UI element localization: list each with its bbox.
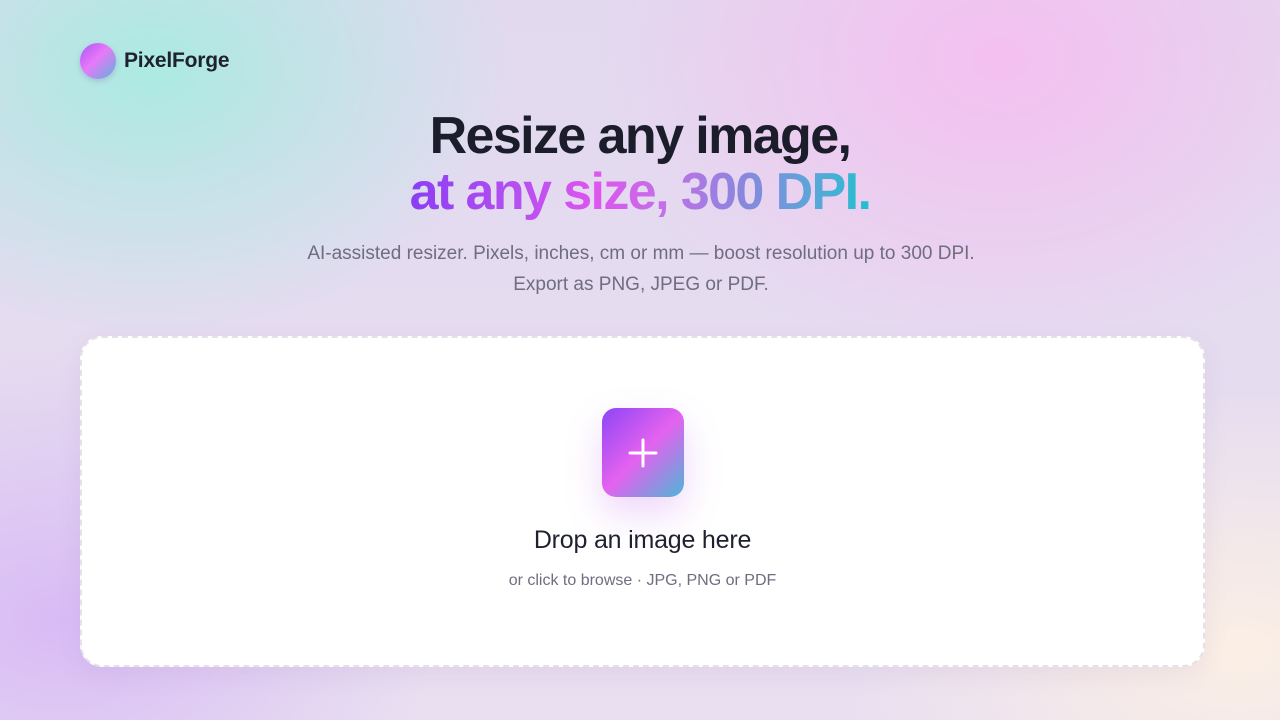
brand[interactable]: PixelForge <box>80 43 230 79</box>
brand-name: PixelForge <box>124 49 230 72</box>
plus-icon <box>628 438 658 467</box>
hero-title-line1: Resize any image, <box>429 107 852 165</box>
hero-subtitle: AI-assisted resizer. Pixels, inches, cm … <box>307 243 975 295</box>
dropzone-hint: or click to browse · JPG, PNG or PDF <box>508 572 777 589</box>
image-dropzone[interactable]: Drop an image here or click to browse · … <box>80 336 1205 667</box>
upload-button[interactable] <box>602 408 684 497</box>
hero-heading: Resize any image, at any size, 300 DPI. <box>0 108 1280 220</box>
dropzone-title: Drop an image here <box>533 526 752 554</box>
logo-icon <box>80 43 116 79</box>
hero-title-line2: at any size, 300 DPI. <box>409 163 872 221</box>
